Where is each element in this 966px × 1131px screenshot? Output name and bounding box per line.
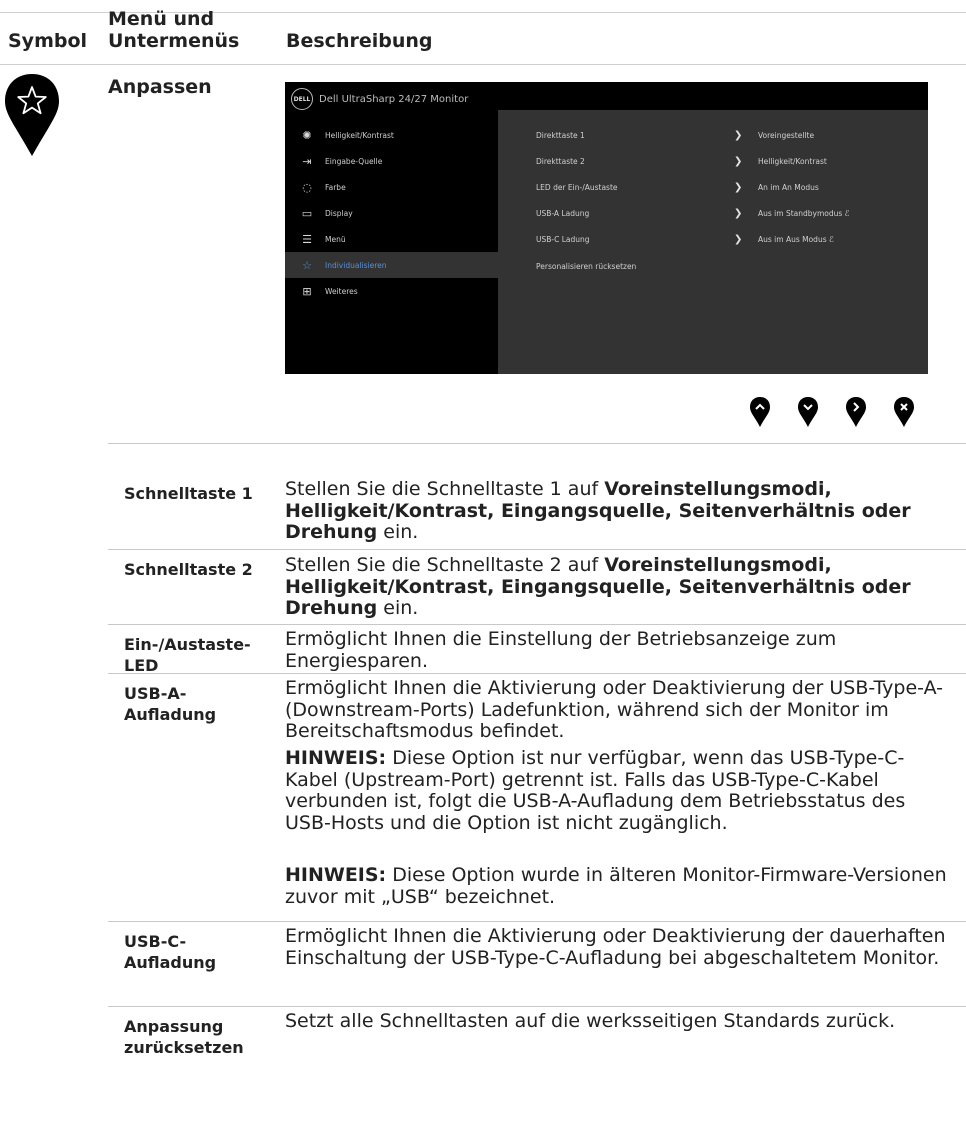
- osd-menu-label: Eingabe-Quelle: [325, 156, 383, 166]
- chevron-right-icon: ❯: [734, 234, 743, 246]
- leaf-icon: ℰ: [844, 209, 850, 219]
- row-description-text: Stellen Sie die Schnelltaste 1 auf: [285, 478, 605, 500]
- down-icon[interactable]: [797, 396, 819, 428]
- row-term: Ein-/Austaste- LED: [124, 634, 251, 676]
- row-term-line: Anpassung: [124, 1017, 224, 1036]
- header-description: Beschreibung: [286, 30, 433, 52]
- star-icon: ☆: [302, 258, 312, 272]
- row-description-text: ein.: [377, 521, 419, 543]
- row-description: Ermöglicht Ihnen die Aktivierung oder De…: [285, 925, 946, 969]
- osd-submenu-label: USB-C Ladung: [536, 235, 590, 245]
- osd-submenu-label: Personalisieren rücksetzen: [536, 261, 637, 271]
- osd-submenu-area: Direkttaste 1 ❯ Voreingestellte Direktta…: [498, 82, 928, 374]
- color-palette-icon: ◌: [302, 180, 312, 194]
- osd-submenu-value: Helligkeit/Kontrast: [758, 156, 827, 166]
- row-term: Schnelltaste 2: [124, 560, 253, 579]
- note: HINWEIS: Diese Option ist nur verfügbar,…: [285, 747, 957, 834]
- osd-submenu-value: An im An Modus: [758, 182, 819, 192]
- row-description-text: Stellen Sie die Schnelltaste 2 auf: [285, 554, 605, 576]
- osd-submenu-label: Direkttaste 2: [536, 156, 585, 166]
- osd-submenu-row[interactable]: Personalisieren rücksetzen: [536, 253, 916, 279]
- osd-menu-label: Helligkeit/Kontrast: [325, 130, 394, 140]
- row-term-line: Aufladung: [124, 705, 217, 724]
- menu-icon: ☰: [302, 232, 312, 246]
- row-divider: [108, 1006, 966, 1007]
- row-description: Ermöglicht Ihnen die Aktivierung oder De…: [285, 677, 944, 742]
- osd-main-menu: DELL Dell UltraSharp 24/27 Monitor ✺ Hel…: [285, 82, 498, 374]
- display-icon: ▭: [301, 206, 313, 220]
- row-divider: [108, 673, 966, 674]
- osd-submenu-row[interactable]: USB-A Ladung ❯ Aus im Standbymodus ℰ: [536, 201, 916, 227]
- osd-submenu-row[interactable]: Direkttaste 2 ❯ Helligkeit/Kontrast: [536, 148, 916, 174]
- osd-submenu-row[interactable]: USB-C Ladung ❯ Aus im Aus Modus ℰ: [536, 227, 916, 253]
- leaf-icon: ℰ: [829, 235, 834, 245]
- others-icon: ⊞: [302, 284, 312, 298]
- osd-submenu-label: Direkttaste 1: [536, 130, 585, 140]
- brightness-icon: ✺: [302, 128, 312, 142]
- row-divider: [108, 443, 966, 444]
- section-title: Anpassen: [108, 76, 212, 98]
- osd-menu-label: Display: [325, 208, 353, 218]
- note: HINWEIS: Diese Option wurde in älteren M…: [285, 864, 957, 908]
- row-term-line: USB-C-: [124, 932, 187, 951]
- row-term: USB-A- Aufladung: [124, 683, 216, 725]
- header-rule: [0, 64, 966, 65]
- row-description: Setzt alle Schnelltasten auf die werksse…: [285, 1010, 896, 1032]
- osd-submenu-value-text: Aus im Aus Modus: [758, 235, 827, 245]
- row-term: USB-C- Aufladung: [124, 931, 216, 973]
- chevron-right-icon: ❯: [734, 181, 743, 193]
- osd-submenu-value-text: Aus im Standbymodus: [758, 209, 843, 219]
- dell-logo: DELL: [291, 88, 313, 110]
- chevron-right-icon: ❯: [734, 129, 743, 141]
- input-source-icon: ⇥: [302, 154, 312, 168]
- row-term-line: USB-A-: [124, 684, 187, 703]
- osd-menu-display[interactable]: ▭ Display: [285, 200, 498, 226]
- row-description: Stellen Sie die Schnelltaste 2 auf Vorei…: [285, 554, 957, 620]
- right-icon[interactable]: [845, 396, 867, 428]
- osd-menu-label: Menü: [325, 234, 346, 244]
- close-icon[interactable]: [893, 396, 915, 428]
- header-symbol: Symbol: [8, 30, 88, 52]
- header-menu: Menü und Untermenüs: [108, 8, 278, 52]
- chevron-right-icon: ❯: [734, 208, 743, 220]
- osd-submenu-value: Aus im Standbymodus ℰ: [758, 209, 916, 218]
- chevron-right-icon: ❯: [734, 155, 743, 167]
- osd-submenu-label: LED der Ein-/Austaste: [536, 182, 618, 192]
- osd-menu-color[interactable]: ◌ Farbe: [285, 174, 498, 200]
- row-term: Schnelltaste 1: [124, 484, 253, 503]
- osd-menu-others[interactable]: ⊞ Weiteres: [285, 278, 498, 304]
- osd-submenu-row[interactable]: LED der Ein-/Austaste ❯ An im An Modus: [536, 174, 916, 200]
- osd-submenu-value: Voreingestellte: [758, 130, 815, 140]
- osd-submenu-list: Direkttaste 1 ❯ Voreingestellte Direktta…: [536, 122, 916, 279]
- osd-submenu-row[interactable]: Direkttaste 1 ❯ Voreingestellte: [536, 122, 916, 148]
- osd-title: Dell UltraSharp 24/27 Monitor: [319, 93, 469, 105]
- osd-submenu-label: USB-A Ladung: [536, 209, 590, 219]
- row-description: Stellen Sie die Schnelltaste 1 auf Vorei…: [285, 478, 957, 544]
- osd-menu-personalize[interactable]: ☆ Individualisieren: [285, 252, 498, 278]
- row-term-line: Aufladung: [124, 953, 217, 972]
- header-menu-text: Menü und Untermenüs: [108, 8, 240, 52]
- osd-menu-menu[interactable]: ☰ Menü: [285, 226, 498, 252]
- row-description-text: ein.: [377, 597, 419, 619]
- row-divider: [108, 921, 966, 922]
- row-term-line: zurücksetzen: [124, 1038, 244, 1057]
- osd-menu-input-source[interactable]: ⇥ Eingabe-Quelle: [285, 148, 498, 174]
- star-icon: [5, 74, 59, 156]
- osd-menu-list: ✺ Helligkeit/Kontrast ⇥ Eingabe-Quelle ◌…: [285, 122, 498, 304]
- row-term: Anpassung zurücksetzen: [124, 1016, 244, 1058]
- osd-menu-brightness[interactable]: ✺ Helligkeit/Kontrast: [285, 122, 498, 148]
- row-divider: [108, 624, 966, 625]
- note-label: HINWEIS:: [285, 864, 387, 886]
- osd-menu-label: Individualisieren: [325, 260, 387, 270]
- osd-submenu-value: Aus im Aus Modus ℰ: [758, 235, 916, 244]
- row-term-line: Ein-/Austaste-: [124, 635, 251, 654]
- up-icon[interactable]: [749, 396, 771, 428]
- osd-menu-label: Weiteres: [325, 286, 358, 296]
- row-description: Ermöglicht Ihnen die Einstellung der Bet…: [285, 628, 837, 672]
- osd-menu-label: Farbe: [325, 182, 346, 192]
- row-divider: [108, 549, 966, 550]
- osd-title-bar: DELL Dell UltraSharp 24/27 Monitor: [291, 87, 468, 111]
- note-label: HINWEIS:: [285, 747, 387, 769]
